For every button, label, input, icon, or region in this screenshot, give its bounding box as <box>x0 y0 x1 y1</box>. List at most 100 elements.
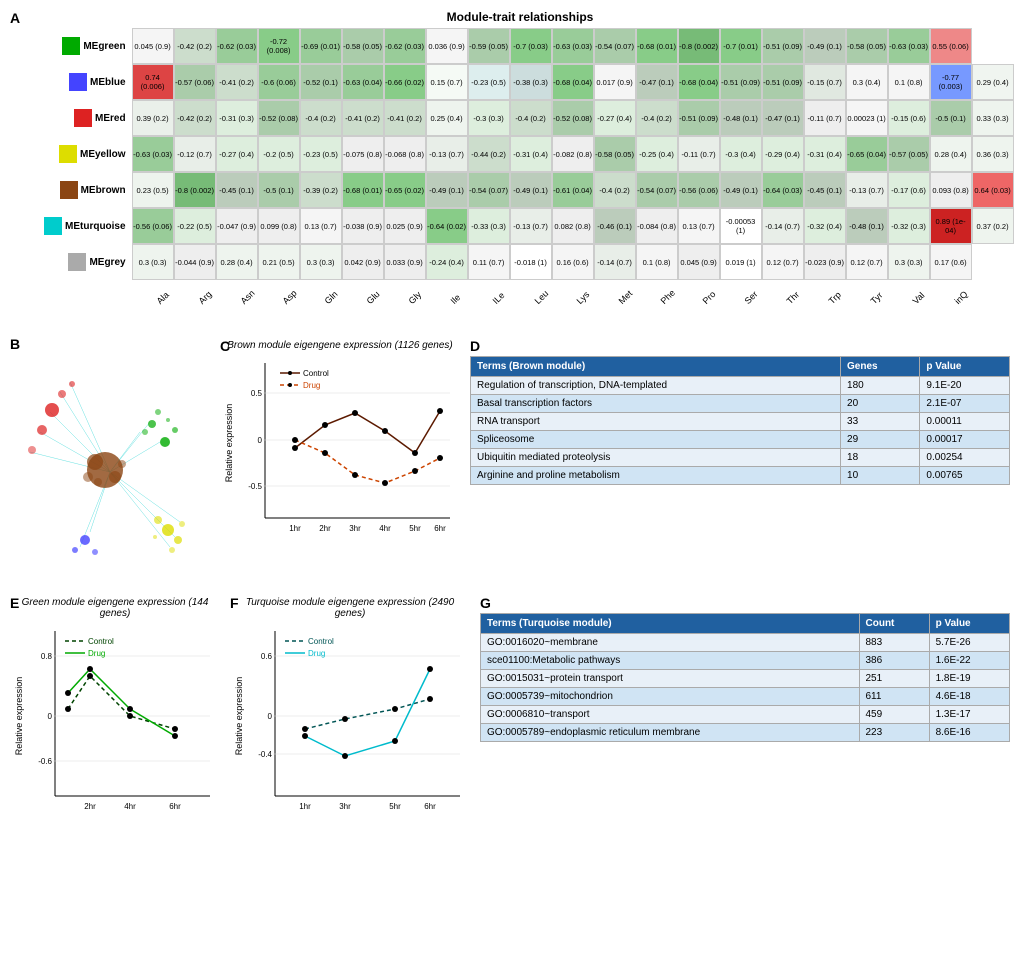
heatmap-cell: -0.22 (0.5) <box>174 208 216 244</box>
heatmap-cell: -0.2 (0.5) <box>258 136 300 172</box>
heatmap-cell: -0.5 (0.1) <box>258 172 300 208</box>
heatmap-cell: -0.52 (0.08) <box>552 100 594 136</box>
heatmap-cell: -0.68 (0.04) <box>678 64 720 100</box>
table-g: Terms (Turquoise module)Countp Value GO:… <box>480 613 1010 742</box>
row-color-box <box>44 217 62 235</box>
svg-text:-0.5: -0.5 <box>248 482 262 491</box>
row-label-meblue: MEblue <box>44 64 130 100</box>
heatmap-cell: -0.31 (0.3) <box>216 100 258 136</box>
table-cell: Basal transcription factors <box>471 395 841 413</box>
heatmap-cell: -0.56 (0.06) <box>132 208 174 244</box>
heatmap-cell: -0.61 (0.04) <box>552 172 594 208</box>
row-efg: E Green module eigengene expression (144… <box>10 595 1010 844</box>
heatmap-cell: -0.23 (0.5) <box>300 136 342 172</box>
heatmap-cell: -0.27 (0.4) <box>216 136 258 172</box>
svg-text:6hr: 6hr <box>424 802 436 811</box>
heatmap-cell: -0.038 (0.9) <box>342 208 384 244</box>
table-cell: GO:0015031~protein transport <box>481 670 860 688</box>
heatmap-cell: -0.72 (0.008) <box>258 28 300 64</box>
heatmap-cell: -0.4 (0.2) <box>510 100 552 136</box>
heatmap-cell: 0.36 (0.3) <box>972 136 1014 172</box>
heatmap-cell: -0.62 (0.03) <box>216 28 258 64</box>
heatmap-cell: -0.49 (0.1) <box>510 172 552 208</box>
heatmap-cell: -0.39 (0.2) <box>300 172 342 208</box>
table-g-header: Count <box>859 614 929 634</box>
panel-a: A Module-trait relationships MEgreenMEbl… <box>10 10 1010 320</box>
panel-g-label: G <box>480 595 491 611</box>
svg-text:5hr: 5hr <box>409 524 421 533</box>
heatmap-cell: -0.075 (0.8) <box>342 136 384 172</box>
heatmap-cell: -0.69 (0.01) <box>300 28 342 64</box>
table-cell: 0.00017 <box>920 431 1010 449</box>
svg-text:Drug: Drug <box>303 381 320 390</box>
table-row: sce01100:Metabolic pathways3861.6E-22 <box>481 652 1010 670</box>
heatmap-cell: 0.23 (0.5) <box>132 172 174 208</box>
heatmap-cell: -0.57 (0.06) <box>174 64 216 100</box>
heatmap-cell: -0.23 (0.5) <box>468 64 510 100</box>
heatmap-cell: -0.42 (0.2) <box>174 28 216 64</box>
heatmap-cell: -0.51 (0.09) <box>762 64 804 100</box>
heatmap-cell: -0.15 (0.6) <box>888 100 930 136</box>
heatmap-cell: -0.25 (0.4) <box>636 136 678 172</box>
table-cell: GO:0016020~membrane <box>481 634 860 652</box>
table-cell: 20 <box>841 395 920 413</box>
heatmap-cell: -0.77 (0.003) <box>930 64 972 100</box>
row-label-mebrown: MEbrown <box>44 172 130 208</box>
table-cell: 883 <box>859 634 929 652</box>
table-cell: 1.3E-17 <box>929 706 1009 724</box>
row-color-box <box>59 145 77 163</box>
table-cell: GO:0006810~transport <box>481 706 860 724</box>
table-row: GO:0006810~transport4591.3E-17 <box>481 706 1010 724</box>
table-cell: 2.1E-07 <box>920 395 1010 413</box>
heatmap-cell: -0.62 (0.03) <box>384 28 426 64</box>
table-cell: Arginine and proline metabolism <box>471 467 841 485</box>
heatmap-cell: -0.11 (0.7) <box>678 136 720 172</box>
heatmap-cell: -0.8 (0.002) <box>174 172 216 208</box>
row-bcd: B <box>10 338 1010 585</box>
heatmap-cell: 0.28 (0.4) <box>930 136 972 172</box>
row-label-megreen: MEgreen <box>44 28 130 64</box>
drug-line-f <box>305 669 430 756</box>
heatmap-cell: -0.46 (0.1) <box>594 208 636 244</box>
heatmap-cell: -0.45 (0.1) <box>216 172 258 208</box>
table-cell: 9.1E-20 <box>920 377 1010 395</box>
svg-text:0.8: 0.8 <box>41 652 53 661</box>
heatmap-cell: -0.7 (0.03) <box>510 28 552 64</box>
table-cell: 1.8E-19 <box>929 670 1009 688</box>
table-cell: 0.00011 <box>920 413 1010 431</box>
heatmap-cell: -0.6 (0.06) <box>258 64 300 100</box>
table-cell: 223 <box>859 724 929 742</box>
heatmap-cell: -0.68 (0.04) <box>552 64 594 100</box>
heatmap-cell: -0.082 (0.8) <box>552 136 594 172</box>
svg-text:3hr: 3hr <box>339 802 351 811</box>
panel-e-chart: Relative expression 0.8 0 -0.6 2hr 4hr 6… <box>10 621 220 841</box>
table-cell: 459 <box>859 706 929 724</box>
row-label-meturquoise: MEturquoise <box>44 208 130 244</box>
heatmap-cell: -0.41 (0.2) <box>342 100 384 136</box>
heatmap-cell: 0.099 (0.8) <box>258 208 300 244</box>
panel-e-label: E <box>10 595 19 611</box>
heatmap-cell: -0.084 (0.8) <box>636 208 678 244</box>
panel-f: F Turquoise module eigengene expression … <box>230 595 470 844</box>
heatmap-cell: 0.29 (0.4) <box>972 64 1014 100</box>
heatmap-cell: 0.13 (0.7) <box>300 208 342 244</box>
svg-text:0: 0 <box>258 436 263 445</box>
svg-text:Relative expression: Relative expression <box>224 404 234 483</box>
heatmap-cell: -0.59 (0.05) <box>468 28 510 64</box>
panel-d-label: D <box>470 338 480 354</box>
svg-text:2hr: 2hr <box>84 802 96 811</box>
heatmap-cell: -0.63 (0.03) <box>552 28 594 64</box>
heatmap-cell: 0.55 (0.06) <box>930 28 972 64</box>
heatmap-cell: -0.33 (0.3) <box>468 208 510 244</box>
heatmap-cell: -0.63 (0.03) <box>888 28 930 64</box>
heatmap-cell: -0.58 (0.05) <box>846 28 888 64</box>
svg-text:Control: Control <box>303 369 329 378</box>
module-trait-title: Module-trait relationships <box>30 10 1010 24</box>
heatmap-row-1: 0.74 (0.006)-0.57 (0.06)-0.41 (0.2)-0.6 … <box>132 64 1014 100</box>
table-row: Basal transcription factors202.1E-07 <box>471 395 1010 413</box>
heatmap-cell: 0.37 (0.2) <box>972 208 1014 244</box>
panel-f-label: F <box>230 595 239 611</box>
row-label-megrey: MEgrey <box>44 244 130 280</box>
svg-text:0: 0 <box>268 712 273 721</box>
panel-f-title: Turquoise module eigengene expression (2… <box>230 597 470 619</box>
